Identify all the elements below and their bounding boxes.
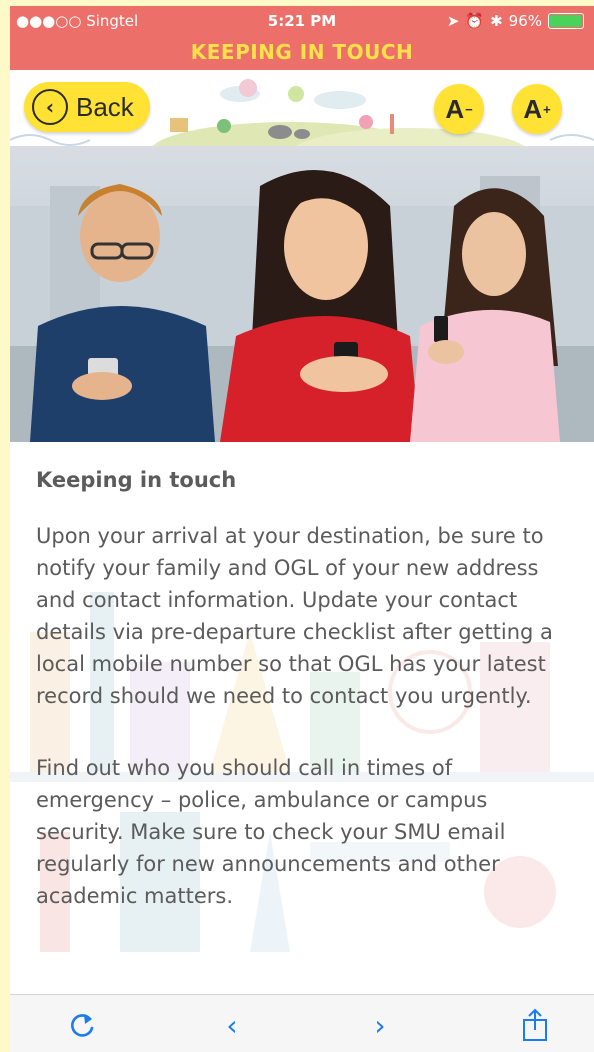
minus-sign: − — [465, 101, 473, 117]
article-heading: Keeping in touch — [36, 468, 237, 492]
chevron-right-icon: › — [374, 1008, 386, 1042]
increase-font-button[interactable]: A + — [512, 84, 562, 134]
share-button[interactable] — [515, 1005, 555, 1045]
decrease-font-label: A — [445, 93, 465, 124]
article-paragraph-1: Upon your arrival at your destination, b… — [36, 524, 553, 708]
back-nav-button[interactable]: ‹ — [212, 1005, 252, 1045]
hero-photo — [10, 146, 594, 442]
back-button[interactable]: ‹ Back — [24, 82, 150, 132]
location-icon: ➤ — [446, 12, 460, 30]
battery-icon — [548, 13, 584, 29]
top-bar: ●●●○○ Singtel 5:21 PM ➤ ⏰ ✱ 96% KEEPING … — [10, 6, 594, 70]
increase-font-label: A — [523, 93, 543, 124]
battery-fill — [550, 15, 581, 27]
bluetooth-icon: ✱ — [490, 12, 503, 30]
browser-toolbar: ‹ › — [10, 994, 594, 1052]
plus-sign: + — [543, 101, 551, 117]
article-paragraph-2: Find out who you should call in times of… — [36, 756, 506, 908]
page-title: KEEPING IN TOUCH — [190, 40, 414, 64]
reload-icon — [71, 1014, 94, 1037]
alarm-icon: ⏰ — [465, 12, 485, 30]
header-decoration: ‹ Back A − A + — [10, 70, 594, 148]
back-button-label: Back — [76, 91, 134, 122]
article: Keeping in touch Upon your arrival at yo… — [10, 442, 594, 994]
app-screen: ●●●○○ Singtel 5:21 PM ➤ ⏰ ✱ 96% KEEPING … — [10, 6, 594, 1052]
chevron-left-icon: ‹ — [32, 89, 68, 125]
chevron-left-icon: ‹ — [226, 1008, 238, 1042]
reload-button[interactable] — [62, 1005, 102, 1045]
share-icon — [523, 1008, 547, 1041]
battery-percent: 96% — [508, 12, 542, 30]
forward-nav-button[interactable]: › — [360, 1005, 400, 1045]
decrease-font-button[interactable]: A − — [434, 84, 484, 134]
status-right: ➤ ⏰ ✱ 96% — [447, 12, 584, 30]
status-bar: ●●●○○ Singtel 5:21 PM ➤ ⏰ ✱ 96% — [10, 6, 594, 38]
people-with-phones-photo — [10, 170, 594, 442]
